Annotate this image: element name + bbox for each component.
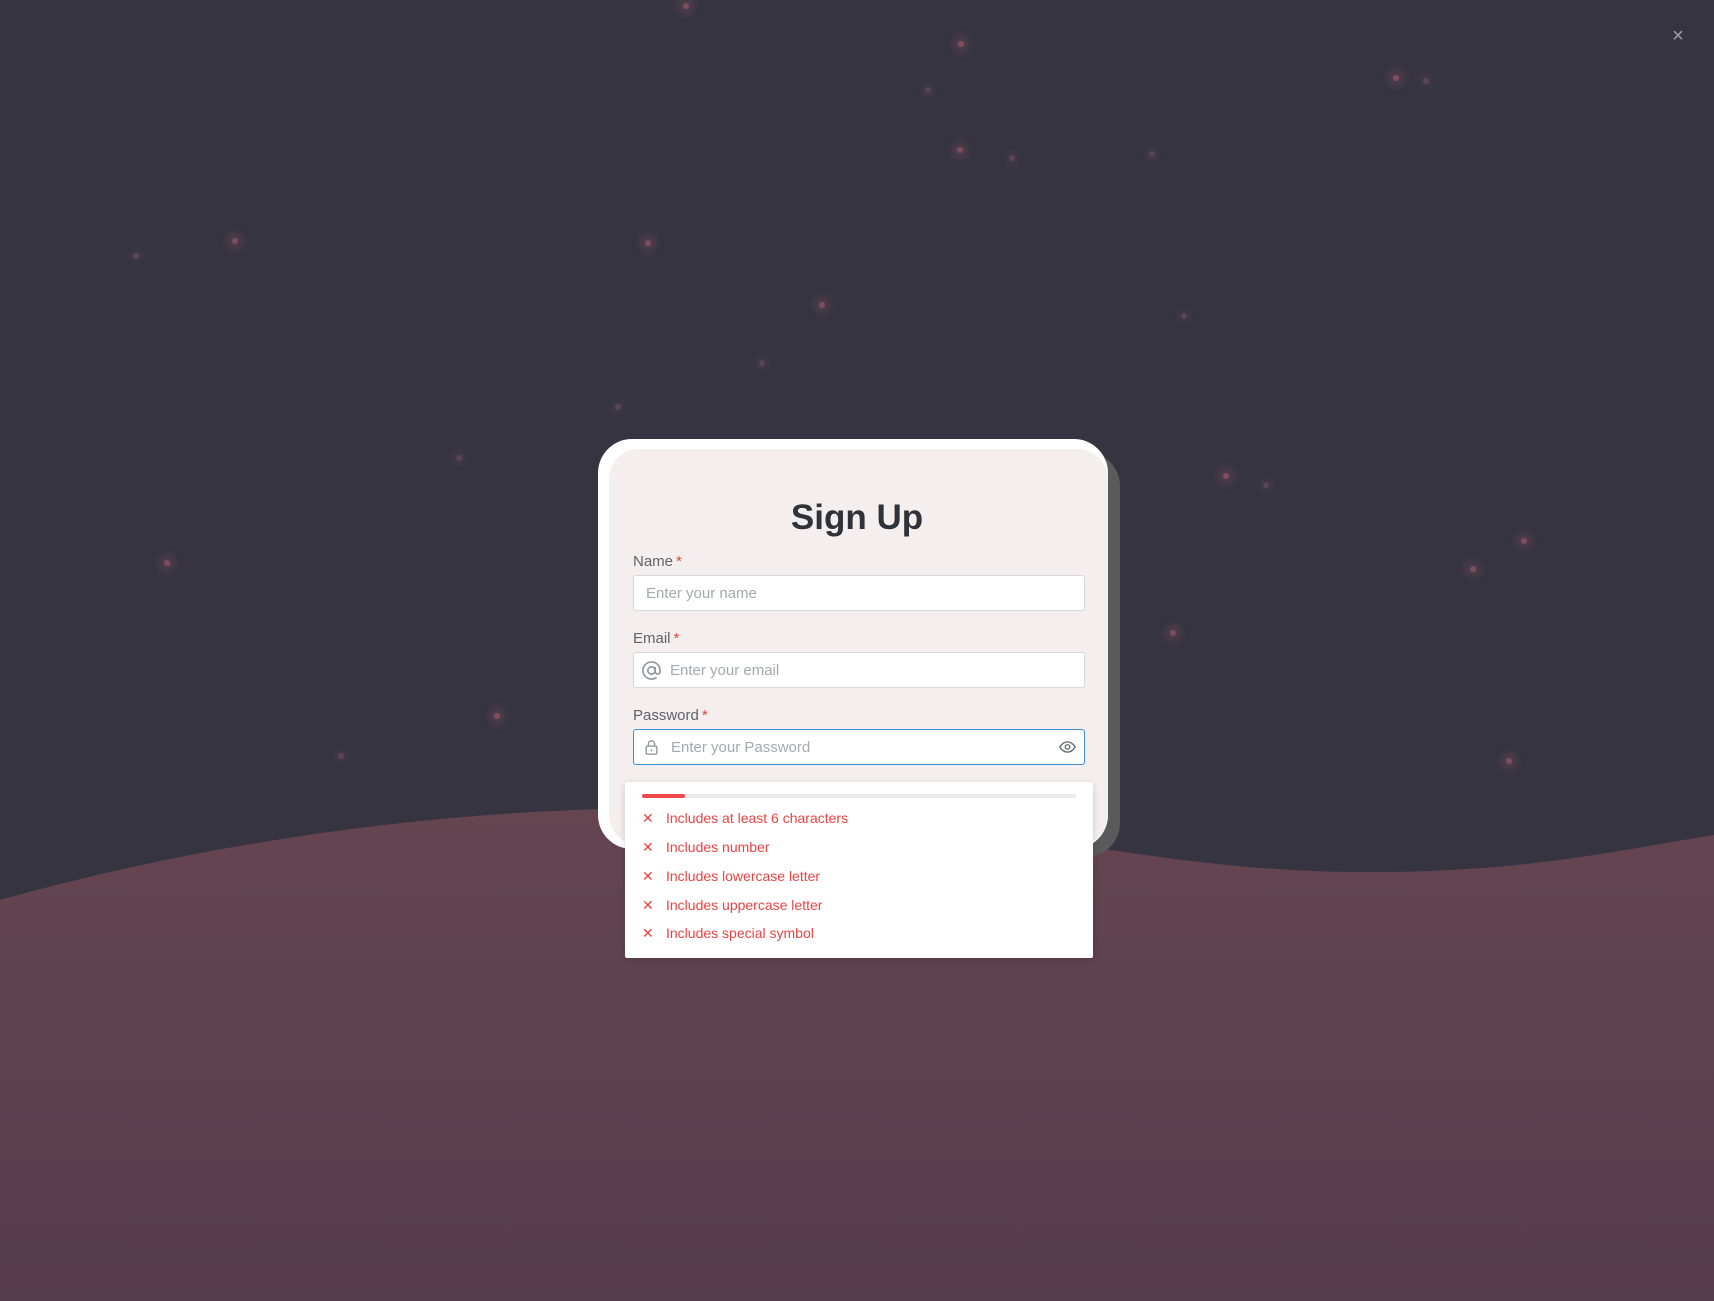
background-star <box>456 455 462 461</box>
background-star <box>1423 78 1429 84</box>
rule-text: Includes number <box>666 839 770 855</box>
lock-icon <box>644 739 668 755</box>
background-star <box>957 147 963 153</box>
eye-icon[interactable] <box>1057 741 1077 753</box>
background-star <box>925 87 931 93</box>
background-star <box>1263 482 1269 488</box>
name-field[interactable] <box>633 575 1085 611</box>
background-star <box>232 238 238 244</box>
email-label: Email * <box>633 630 679 647</box>
background-star <box>1393 75 1399 81</box>
close-icon: ✕ <box>642 809 654 826</box>
close-button[interactable]: × <box>1664 22 1692 50</box>
background-star <box>819 302 825 308</box>
background-star <box>1223 473 1229 479</box>
background-star <box>164 560 170 566</box>
email-input[interactable] <box>670 653 1084 687</box>
required-mark: * <box>701 707 708 724</box>
password-strength-popover: ✕ Includes at least 6 characters ✕ Inclu… <box>625 782 1093 958</box>
rule-text: Includes at least 6 characters <box>666 810 849 826</box>
password-rule: ✕ Includes uppercase letter <box>642 895 822 915</box>
background-star <box>1149 151 1155 157</box>
password-rule: ✕ Includes number <box>642 837 770 857</box>
password-label-text: Password <box>633 707 699 724</box>
background-star <box>494 713 500 719</box>
close-icon: ✕ <box>642 924 654 941</box>
background-star <box>759 360 765 366</box>
at-sign-icon <box>641 660 665 681</box>
background-star <box>615 404 621 410</box>
background-star <box>1181 313 1187 319</box>
name-label-text: Name <box>633 553 674 570</box>
close-icon: ✕ <box>642 896 654 913</box>
name-input[interactable] <box>646 576 1084 610</box>
background-star <box>338 753 344 759</box>
password-rule: ✕ Includes lowercase letter <box>642 866 820 886</box>
background-star <box>1009 155 1015 161</box>
strength-meter-fill <box>642 794 686 798</box>
email-label-text: Email <box>633 630 671 647</box>
strength-meter-track <box>642 794 1076 798</box>
rule-text: Includes uppercase letter <box>666 897 823 913</box>
background-star <box>1170 630 1176 636</box>
background-star <box>645 240 651 246</box>
close-icon: ✕ <box>642 838 654 855</box>
rule-text: Includes lowercase letter <box>666 868 821 884</box>
page-title: Sign Up <box>790 498 924 537</box>
background-star <box>1470 566 1476 572</box>
password-input[interactable] <box>671 730 1057 764</box>
background-star <box>683 3 689 9</box>
close-icon: × <box>1672 25 1684 47</box>
background-star <box>133 253 139 259</box>
required-mark: * <box>676 553 682 570</box>
background-star <box>958 41 964 47</box>
background-star <box>1506 758 1512 764</box>
background-star <box>1521 538 1527 544</box>
name-label: Name * <box>633 553 682 570</box>
password-rule: ✕ Includes at least 6 characters <box>642 808 848 828</box>
rule-text: Includes special symbol <box>666 925 814 941</box>
password-label: Password * <box>633 707 708 724</box>
page-background: × Sign Up Name* Email* Password* <box>0 0 1714 1301</box>
close-icon: ✕ <box>642 867 654 884</box>
password-rule: ✕ Includes special symbol <box>642 923 814 943</box>
email-field[interactable] <box>633 652 1085 688</box>
required-mark: * <box>673 630 680 647</box>
password-field[interactable] <box>633 729 1085 765</box>
